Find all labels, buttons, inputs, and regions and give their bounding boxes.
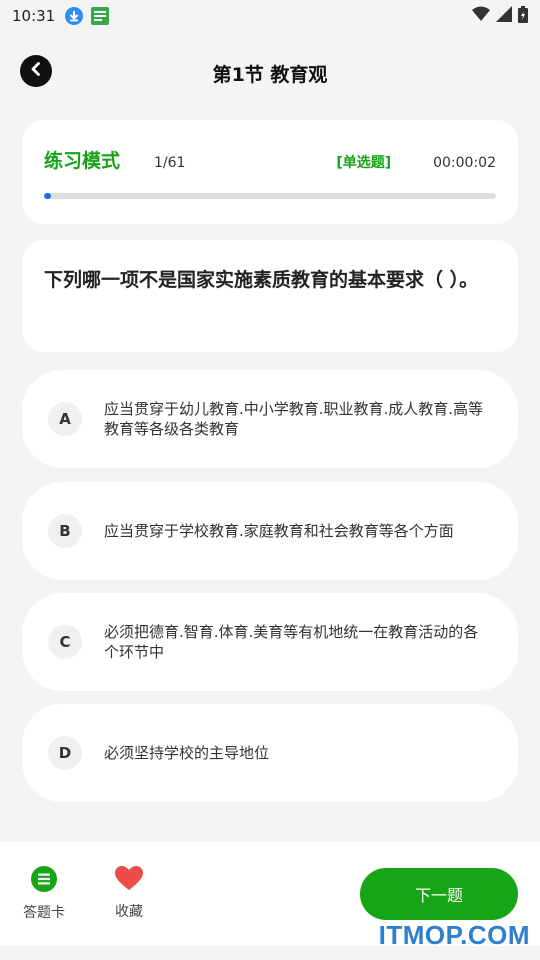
answer-card-button[interactable]: 答题卡 xyxy=(14,866,74,922)
heart-icon xyxy=(115,866,143,895)
option-d[interactable]: D 必须坚持学校的主导地位 xyxy=(22,704,518,802)
progress-bar xyxy=(44,193,496,199)
page-title: 第1节 教育观 xyxy=(212,63,328,86)
option-letter: D xyxy=(48,736,82,770)
status-time: 10:31 xyxy=(12,7,56,25)
next-question-button[interactable]: 下一题 xyxy=(360,868,518,920)
question-type-label: [单选题] xyxy=(336,155,392,171)
option-b[interactable]: B 应当贯穿于学校教育.家庭教育和社会教育等各个方面 xyxy=(22,482,518,580)
quiz-screen: 10:31 第1节 教育观 练习模式 1/61 [单选题] 00:00:02 下… xyxy=(0,0,540,960)
watermark: ITMOP.COM xyxy=(378,920,530,950)
header: 第1节 教育观 xyxy=(0,48,540,98)
option-c[interactable]: C 必须把德育.智育.体育.美育等有机地统一在教育活动的各个环节中 xyxy=(22,593,518,691)
mode-label: 练习模式 xyxy=(44,150,121,172)
list-icon xyxy=(31,866,57,896)
option-text: 必须把德育.智育.体育.美育等有机地统一在教育活动的各个环节中 xyxy=(104,623,479,661)
option-text: 必须坚持学校的主导地位 xyxy=(104,744,270,762)
app-notification-icon xyxy=(91,7,110,25)
status-right-icons xyxy=(472,5,528,27)
option-letter: B xyxy=(48,514,82,548)
battery-icon xyxy=(518,5,528,27)
option-letter: A xyxy=(48,402,82,436)
answer-card-label: 答题卡 xyxy=(23,905,65,921)
option-a[interactable]: A 应当贯穿于幼儿教育.中小学教育.职业教育.成人教育.高等教育等各级各类教育 xyxy=(22,370,518,468)
favorite-button[interactable]: 收藏 xyxy=(99,866,159,921)
timer: 00:00:02 xyxy=(433,155,496,171)
signal-icon xyxy=(496,6,512,26)
chevron-left-icon xyxy=(28,61,44,81)
question-progress-text: 1/61 xyxy=(154,155,186,171)
progress-bar-fill xyxy=(44,193,52,199)
option-letter: C xyxy=(48,625,82,659)
question-card: 下列哪一项不是国家实施素质教育的基本要求（ ）。 xyxy=(22,240,518,352)
practice-status-row: 练习模式 1/61 [单选题] 00:00:02 xyxy=(44,146,496,173)
favorite-label: 收藏 xyxy=(115,904,143,920)
question-text: 下列哪一项不是国家实施素质教育的基本要求（ ）。 xyxy=(44,269,479,291)
option-text: 应当贯穿于学校教育.家庭教育和社会教育等各个方面 xyxy=(104,522,454,540)
back-button[interactable] xyxy=(20,55,52,87)
download-icon xyxy=(65,7,84,25)
status-bar: 10:31 xyxy=(0,0,540,32)
option-text: 应当贯穿于幼儿教育.中小学教育.职业教育.成人教育.高等教育等各级各类教育 xyxy=(104,400,484,438)
practice-status-card: 练习模式 1/61 [单选题] 00:00:02 xyxy=(22,120,518,224)
wifi-icon xyxy=(472,6,490,26)
